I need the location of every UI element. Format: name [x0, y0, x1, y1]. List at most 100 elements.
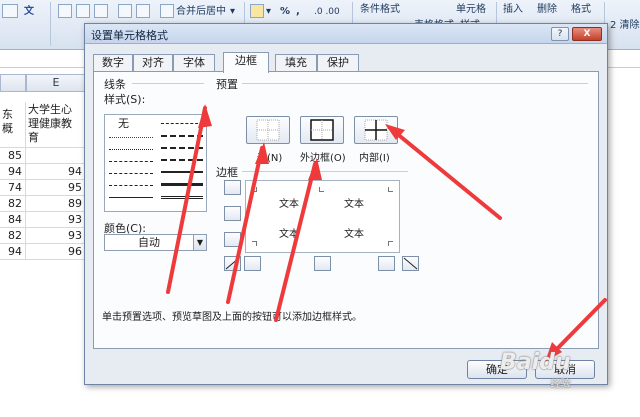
line-style-medium[interactable]	[161, 171, 203, 173]
insert-button[interactable]: 插入	[503, 2, 523, 18]
indent-increase-icon[interactable]	[136, 4, 150, 18]
color-select[interactable]: 自动	[104, 234, 194, 251]
help-button[interactable]: ?	[551, 27, 569, 41]
cell-e-header-line: 理健康教	[28, 117, 72, 130]
preset-inside-label: 内部(I)	[359, 153, 390, 164]
preview-corner	[252, 187, 257, 192]
phonetic-button[interactable]: 文	[24, 4, 34, 20]
align-left-icon[interactable]	[58, 4, 72, 18]
cell-e-header-line: 大学生心	[28, 103, 72, 116]
line-group-divider	[132, 83, 204, 84]
tab-fill[interactable]: 填充	[275, 54, 317, 72]
border-middle-v-button[interactable]	[314, 256, 331, 271]
border-preview[interactable]: 文本 文本 文本 文本	[245, 180, 400, 253]
line-style-slant-dashdot[interactable]	[161, 135, 203, 137]
line-style-medium-dashed[interactable]	[161, 159, 203, 161]
preview-corner	[388, 187, 393, 192]
preset-inside-icon	[364, 119, 388, 141]
align-center-icon[interactable]	[76, 4, 90, 18]
dialog-title: 设置单元格格式	[91, 29, 168, 42]
currency-icon[interactable]	[250, 4, 264, 18]
border-left-button[interactable]	[244, 256, 261, 271]
border-right-button[interactable]	[378, 256, 395, 271]
preview-text: 文本	[279, 229, 299, 240]
diagonal-down-icon	[403, 257, 418, 270]
align-right-icon[interactable]	[94, 4, 108, 18]
line-style-medium-dashdotdot[interactable]	[161, 123, 203, 124]
cell-d-value[interactable]: 94	[0, 164, 26, 180]
tab-border[interactable]: 边框	[223, 52, 269, 73]
preset-inside-button[interactable]	[354, 116, 398, 144]
close-button[interactable]: X	[572, 27, 602, 41]
cell-style-button[interactable]: 单元格	[456, 2, 486, 18]
cell-e-value[interactable]	[26, 148, 86, 164]
border-diagonal-down-button[interactable]	[402, 256, 419, 271]
line-style-dashdotdot[interactable]	[109, 161, 153, 162]
decimal-buttons[interactable]: .0 .00	[314, 4, 340, 20]
cell-d-value[interactable]: 85	[0, 148, 26, 164]
preset-none-icon	[256, 119, 280, 141]
line-style-dotted[interactable]	[109, 149, 153, 150]
currency-dropdown-icon[interactable]: ▾	[266, 4, 271, 20]
border-middle-h-button[interactable]	[224, 206, 241, 221]
line-style-dashed[interactable]	[109, 185, 153, 186]
merge-icon[interactable]	[160, 4, 174, 18]
border-diagonal-up-button[interactable]	[224, 256, 241, 271]
delete-button[interactable]: 删除	[537, 2, 557, 18]
cell-e-value[interactable]: 95	[26, 180, 86, 196]
cell-d-value[interactable]: 82	[0, 196, 26, 212]
preset-none-button[interactable]	[246, 116, 290, 144]
border-panel: 线条 样式(S): 无 颜色(C): 自动 ▼ 预置 无(N) 外边框(O) 内…	[93, 71, 599, 349]
line-style-list[interactable]: 无	[104, 114, 207, 212]
format-button[interactable]: 格式	[571, 2, 591, 18]
dialog-title-bar[interactable]: 设置单元格格式 ? X	[85, 24, 607, 44]
conditional-format-button[interactable]: 条件格式	[360, 2, 400, 18]
border-group-divider	[242, 171, 408, 172]
percent-button[interactable]: %	[280, 4, 290, 20]
cell-e-value[interactable]: 94	[26, 164, 86, 180]
cell-e-header[interactable]: 大学生心 理健康教 育	[26, 102, 86, 148]
line-style-hair[interactable]	[109, 137, 153, 138]
line-style-dashdot[interactable]	[109, 173, 153, 174]
line-style-thick[interactable]	[161, 183, 203, 186]
font-size-dropdown[interactable]	[2, 4, 18, 18]
cell-d-value[interactable]: 94	[0, 244, 26, 260]
cell-e-value[interactable]: 96	[26, 244, 86, 260]
preset-outline-icon	[310, 119, 334, 141]
preview-text: 文本	[344, 229, 364, 240]
cell-d-value[interactable]: 82	[0, 228, 26, 244]
cell-e-value[interactable]: 93	[26, 228, 86, 244]
column-header-d[interactable]	[0, 74, 26, 92]
preset-outline-button[interactable]	[300, 116, 344, 144]
clear-button[interactable]: 2 清除	[610, 18, 640, 34]
ribbon-separator	[50, 2, 51, 46]
merge-dropdown-icon[interactable]: ▾	[230, 4, 235, 20]
tab-protection[interactable]: 保护	[317, 54, 359, 72]
line-style-medium-dashdot[interactable]	[161, 147, 203, 149]
tab-alignment[interactable]: 对齐	[133, 54, 173, 72]
cell-e-value[interactable]: 93	[26, 212, 86, 228]
cell-e-value[interactable]: 89	[26, 196, 86, 212]
preview-corner	[388, 241, 393, 246]
tab-number[interactable]: 数字	[93, 54, 133, 72]
cell-d-value[interactable]: 74	[0, 180, 26, 196]
baidu-watermark: Baidu 经验	[500, 350, 571, 390]
color-dropdown-icon[interactable]: ▼	[193, 234, 207, 251]
preset-none-label: 无(N)	[257, 153, 283, 164]
tab-font[interactable]: 字体	[173, 54, 215, 72]
merge-center-button[interactable]: 合并后居中	[176, 4, 226, 20]
line-style-none[interactable]: 无	[118, 115, 129, 131]
comma-button[interactable]: ,	[296, 4, 300, 20]
column-header-e[interactable]: E	[26, 74, 86, 92]
indent-decrease-icon[interactable]	[118, 4, 132, 18]
cell-d-value[interactable]: 84	[0, 212, 26, 228]
line-style-double[interactable]	[161, 196, 203, 199]
format-cells-dialog: 设置单元格格式 ? X 数字 对齐 字体 边框 填充 保护 线条 样式(S): …	[84, 23, 608, 385]
border-bottom-button[interactable]	[224, 232, 241, 247]
line-style-thin[interactable]	[109, 197, 153, 198]
border-top-button[interactable]	[224, 180, 241, 195]
preview-text: 文本	[344, 199, 364, 210]
preset-group-divider	[242, 83, 588, 84]
cell-e-header-line: 育	[28, 131, 39, 144]
cell-d-header[interactable]: 东概	[0, 102, 26, 148]
